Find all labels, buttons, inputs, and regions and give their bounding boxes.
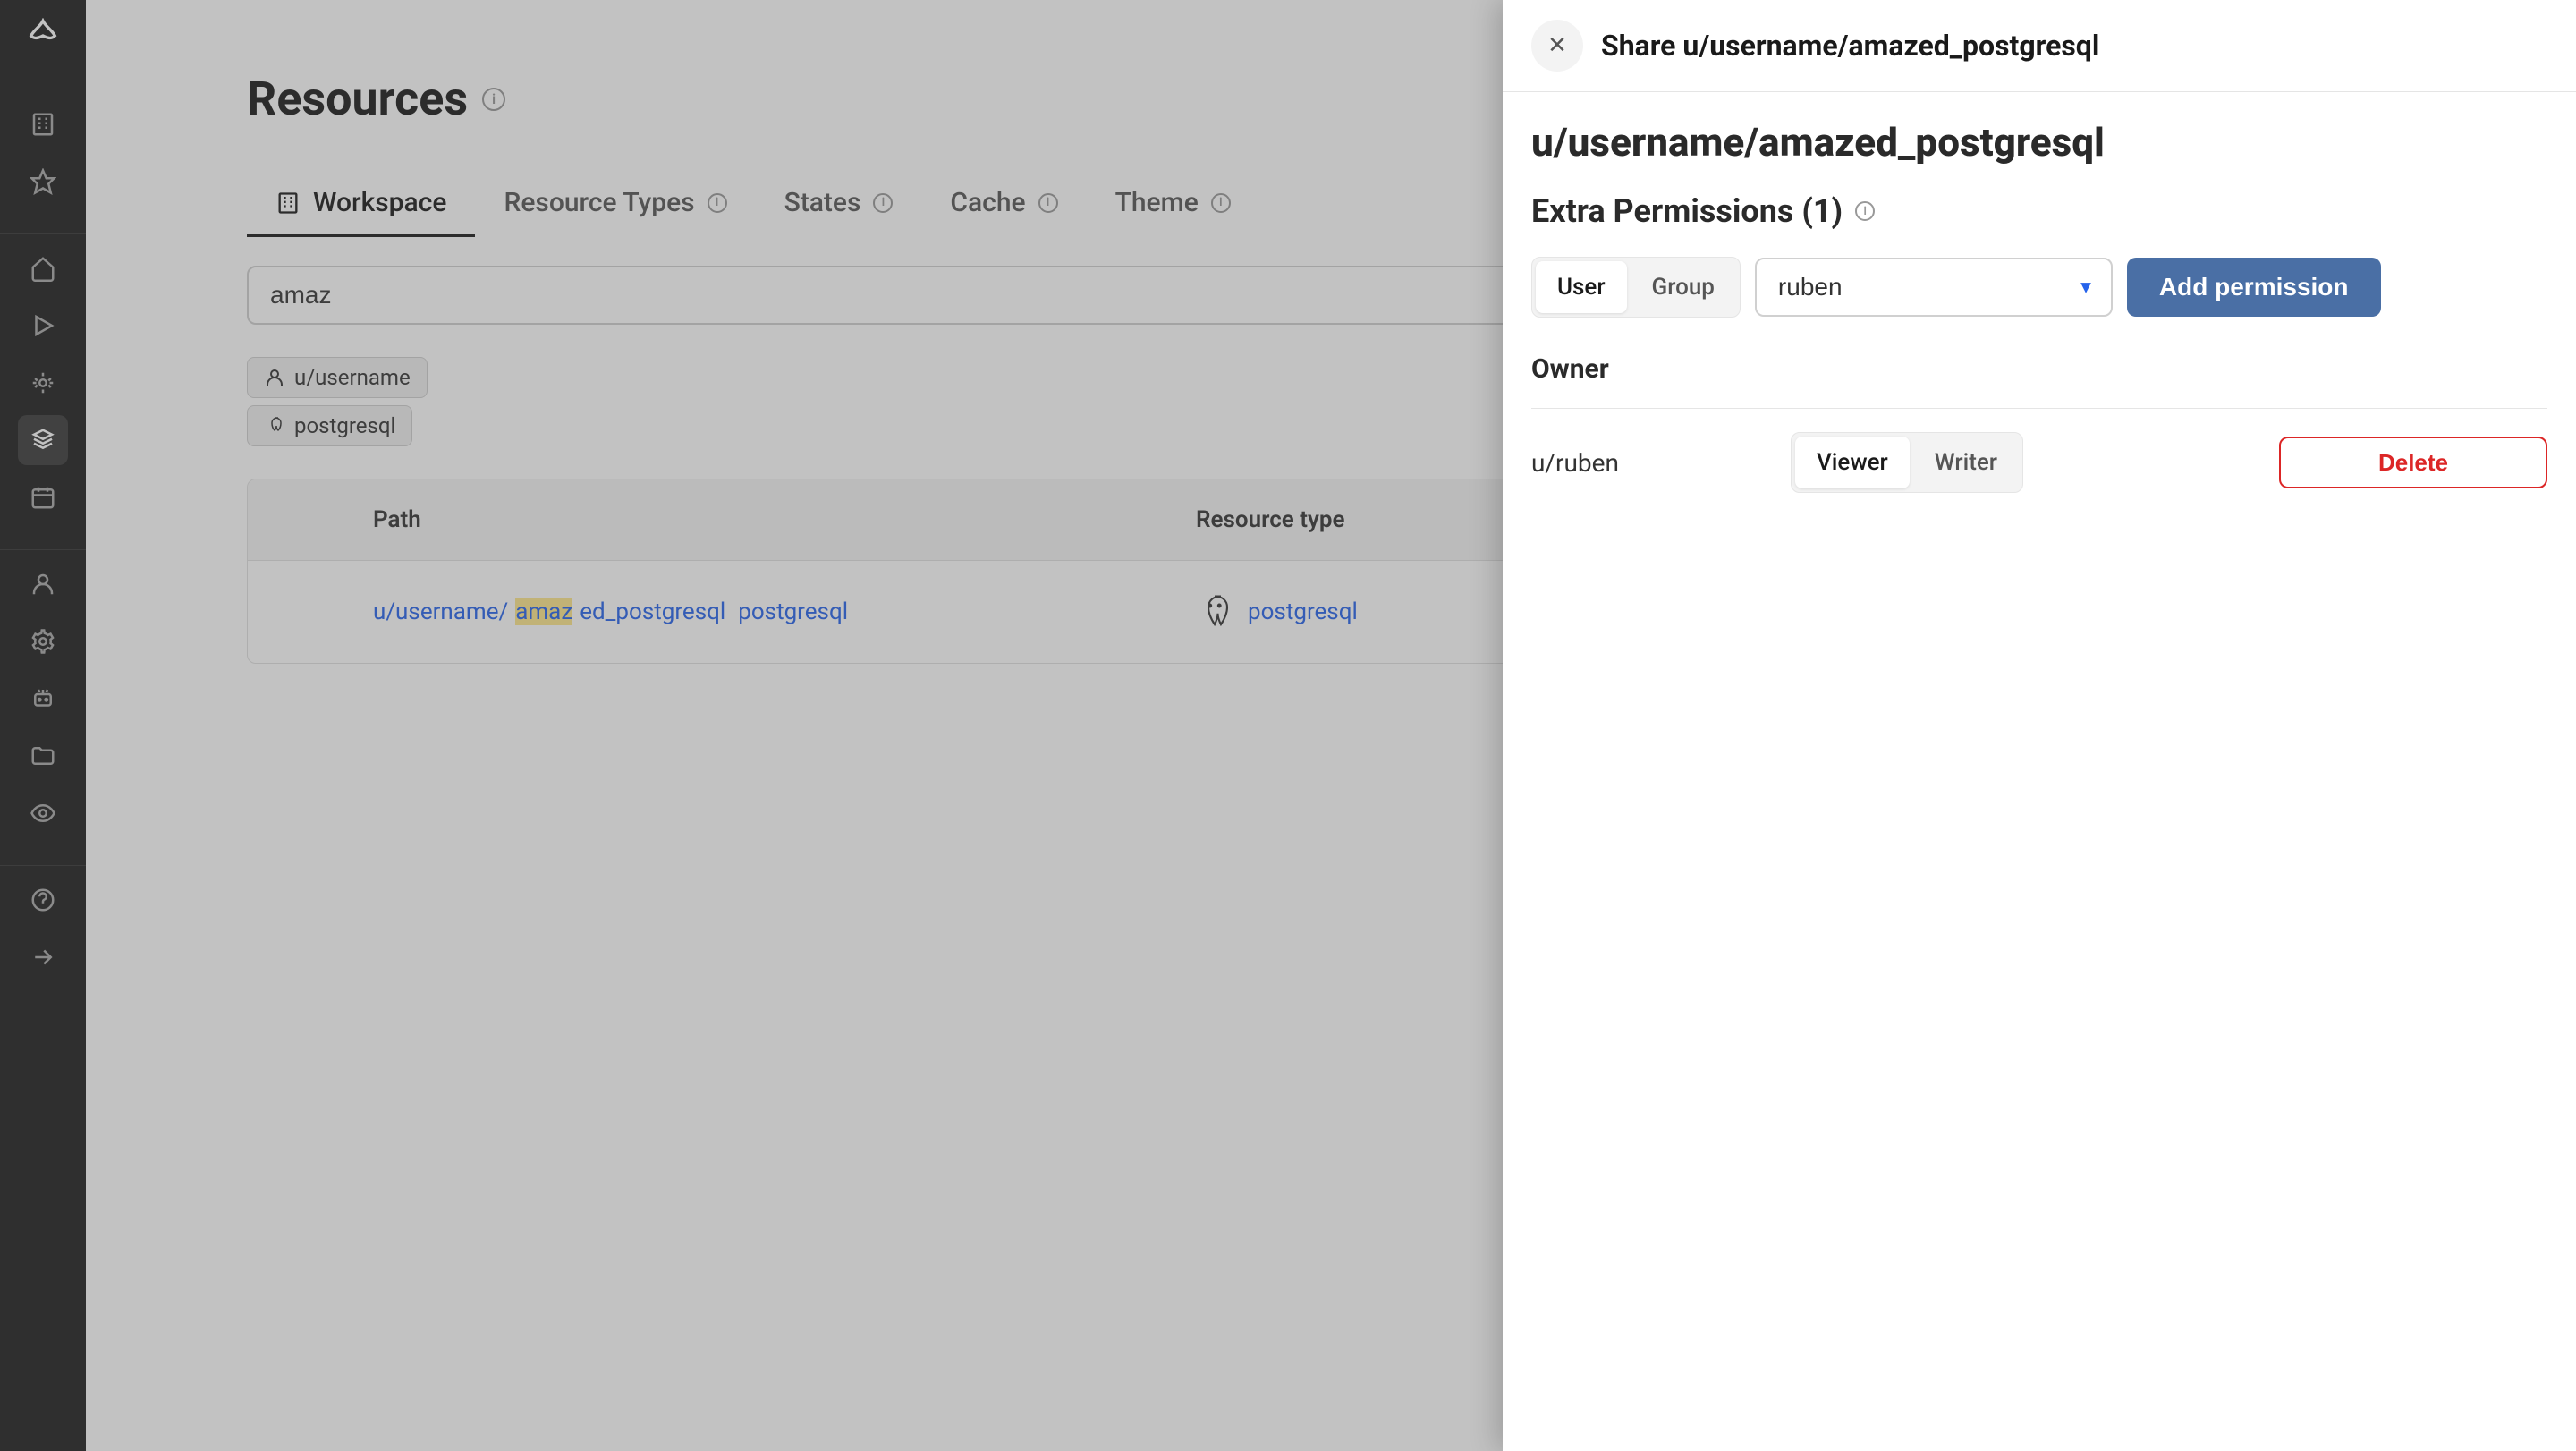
add-permission-button[interactable]: Add permission (2127, 258, 2381, 317)
owner-label: Owner (1531, 353, 2547, 385)
close-button[interactable]: ✕ (1531, 20, 1583, 72)
role-toggle: Viewer Writer (1791, 432, 2023, 493)
user-select-input[interactable] (1755, 258, 2113, 317)
segment-group[interactable]: Group (1631, 261, 1736, 313)
share-panel: ✕ Share u/username/amazed_postgresql u/u… (1503, 0, 2576, 1451)
role-viewer[interactable]: Viewer (1795, 437, 1910, 488)
permission-row: u/ruben Viewer Writer Delete (1531, 432, 2547, 493)
close-icon: ✕ (1547, 32, 1567, 59)
user-select[interactable]: ▼ (1755, 258, 2113, 317)
panel-body: u/username/amazed_postgresql Extra Permi… (1503, 92, 2576, 1451)
resource-path: u/username/amazed_postgresql (1531, 119, 2547, 165)
section-title: Extra Permissions (1) (1531, 192, 1843, 230)
role-writer[interactable]: Writer (1913, 437, 2019, 488)
divider (1531, 408, 2547, 409)
info-icon[interactable]: i (1855, 201, 1875, 221)
panel-title: Share u/username/amazed_postgresql (1601, 29, 2099, 63)
permission-form: User Group ▼ Add permission (1531, 257, 2547, 318)
permission-user: u/ruben (1531, 448, 1773, 478)
delete-permission-button[interactable]: Delete (2279, 437, 2547, 488)
principal-type-toggle: User Group (1531, 257, 1741, 318)
panel-header: ✕ Share u/username/amazed_postgresql (1503, 0, 2576, 92)
segment-user[interactable]: User (1536, 261, 1627, 313)
